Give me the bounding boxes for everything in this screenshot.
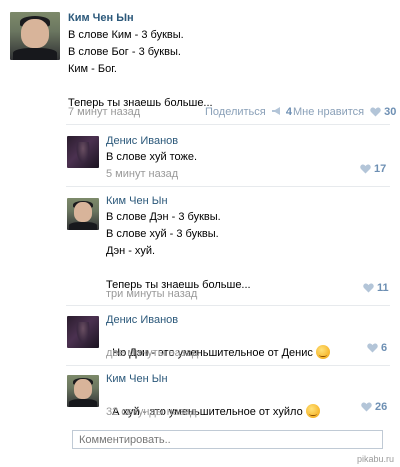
comment-divider xyxy=(66,186,390,187)
wink-emoji-icon xyxy=(305,404,320,418)
comment-avatar[interactable] xyxy=(67,198,99,230)
comment-like-count: 26 xyxy=(375,401,388,413)
post-like-count: 30 xyxy=(384,106,397,118)
avatar-face xyxy=(21,18,49,49)
comment-like-button[interactable]: 17 xyxy=(360,163,386,175)
post-text: В слове Ким - 3 буквы. В слове Бог - 3 б… xyxy=(68,29,213,109)
comment-time[interactable]: 5 минут назад xyxy=(106,168,178,180)
comment-divider xyxy=(66,305,390,306)
comment-like-count: 17 xyxy=(374,163,387,175)
comment-avatar[interactable] xyxy=(67,136,99,168)
post-like-button[interactable]: Мне нравится 30 xyxy=(293,106,396,118)
comment-like-button[interactable]: 11 xyxy=(363,282,389,294)
wink-emoji-icon xyxy=(315,345,330,359)
comment-like-count: 6 xyxy=(381,342,388,354)
comment-text: В слове Дэн - 3 буквы. В слове хуй - 3 б… xyxy=(106,211,251,291)
comment-like-button[interactable]: 6 xyxy=(367,342,387,354)
avatar-suit xyxy=(13,47,57,60)
comment-author[interactable]: Денис Иванов xyxy=(106,135,178,147)
comment-author[interactable]: Ким Чен Ын xyxy=(106,195,168,207)
share-label: Поделиться xyxy=(205,106,266,118)
comment-time[interactable]: три минуты назад xyxy=(106,288,197,300)
comment-text: В слове хуй тоже. xyxy=(106,151,198,163)
like-label: Мне нравится xyxy=(293,106,365,118)
share-button[interactable]: Поделиться 4 xyxy=(205,106,292,118)
comment-divider xyxy=(66,365,390,366)
watermark: pikabu.ru xyxy=(356,454,394,464)
comment-like-button[interactable]: 26 xyxy=(361,401,387,413)
heart-icon xyxy=(360,164,371,174)
heart-icon xyxy=(370,107,381,117)
comment-time[interactable]: две минуты назад xyxy=(106,347,198,359)
share-count: 4 xyxy=(285,106,292,118)
post-author-name[interactable]: Ким Чен Ын xyxy=(68,12,134,24)
post-divider xyxy=(66,124,390,125)
post-author-avatar[interactable] xyxy=(10,12,60,60)
comment-time[interactable]: 32 секунды назад xyxy=(106,406,196,418)
heart-icon xyxy=(367,343,378,353)
post-time[interactable]: 7 минут назад xyxy=(68,106,140,118)
megaphone-icon xyxy=(271,107,280,115)
comment-author[interactable]: Ким Чен Ын xyxy=(106,373,168,385)
comment-input[interactable]: Комментировать.. xyxy=(72,430,383,449)
comment-like-count: 11 xyxy=(377,282,389,294)
heart-icon xyxy=(363,283,374,293)
comment-author[interactable]: Денис Иванов xyxy=(106,314,178,326)
comment-avatar[interactable] xyxy=(67,375,99,407)
comment-avatar[interactable] xyxy=(67,316,99,348)
heart-icon xyxy=(361,402,372,412)
